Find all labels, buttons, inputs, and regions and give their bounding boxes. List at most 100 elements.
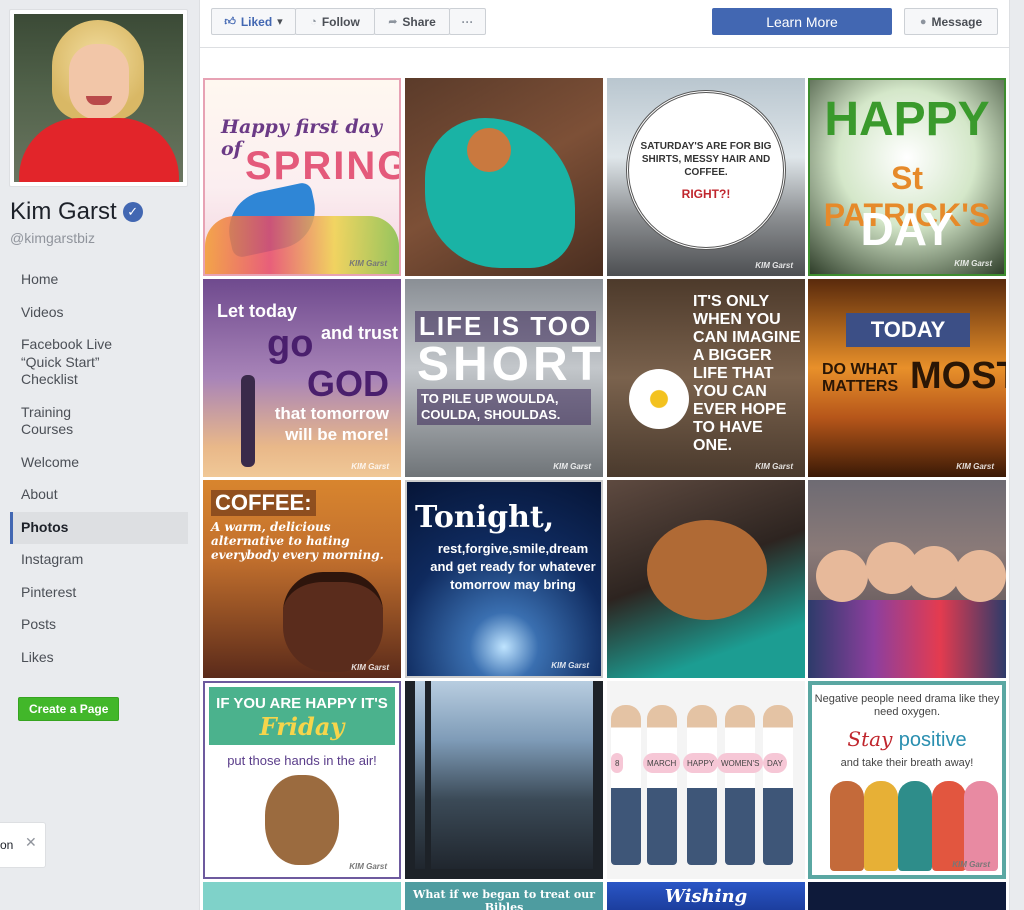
photo-tile-tonight[interactable]: Tonight, rest,forgive,smile,dream and ge… <box>405 480 603 678</box>
person-figure-icon <box>898 781 932 871</box>
photo-text: HAPPY <box>683 753 719 773</box>
monkey-icon <box>265 775 339 865</box>
photo-text: rest,forgive,smile,dream and get ready f… <box>430 541 596 592</box>
photo-text: go <box>267 323 314 365</box>
photo-text: What if we began to treat our Bibles <box>412 888 596 910</box>
photo-tile-corgi[interactable] <box>607 480 805 678</box>
photo-text: Wishing <box>664 886 748 907</box>
photo-tile-row5-4[interactable] <box>808 882 1006 910</box>
watermark: KIM Garst <box>349 862 387 871</box>
photo-text: HAPPY <box>824 93 990 146</box>
dog-icon <box>467 128 511 172</box>
person-figure-icon <box>964 781 998 871</box>
photo-text: SHORT <box>417 338 603 391</box>
page-handle[interactable]: @kimgarstbiz <box>10 230 95 246</box>
photo-text: that tomorrow will be more! <box>274 404 389 444</box>
photo-text: MOST <box>910 355 1006 397</box>
person-figure-icon <box>763 705 793 865</box>
sidebar-item-videos[interactable]: Videos <box>10 297 188 330</box>
page-name[interactable]: Kim Garst <box>10 198 117 226</box>
profile-picture[interactable] <box>9 9 188 187</box>
photo-tile-group-selfie[interactable] <box>808 480 1006 678</box>
watermark: KIM Garst <box>952 860 990 869</box>
daisy-icon <box>629 369 689 429</box>
photo-tile-today[interactable]: TODAY DO WHAT MATTERS MOST KIM Garst <box>808 279 1006 477</box>
photo-tile-saturday[interactable]: SATURDAY'S ARE FOR BIG SHIRTS, MESSY HAI… <box>607 78 805 276</box>
sidebar-item-instagram[interactable]: Instagram <box>10 544 188 577</box>
sidebar-item-pinterest[interactable]: Pinterest <box>10 577 188 610</box>
photo-text: 8 <box>611 753 624 773</box>
learn-more-button[interactable]: Learn More <box>712 8 892 35</box>
share-button[interactable]: ➦ Share <box>374 8 450 35</box>
photo-text: COFFEE: <box>211 490 316 516</box>
photo-text: Let today <box>217 301 298 321</box>
liked-button[interactable]: 👍︎ Liked ▾ <box>211 8 296 35</box>
sidebar-item-facebook-live-checklist[interactable]: Facebook Live “Quick Start” Checklist <box>10 329 188 397</box>
photo-tile-womens-day[interactable]: 8 MARCH HAPPY WOMEN'S DAY <box>607 681 805 879</box>
chat-popup[interactable]: on ✕ <box>0 822 46 868</box>
message-label: Message <box>931 14 983 29</box>
photo-text: DAY <box>763 753 787 773</box>
photo-tile-friday[interactable]: IF YOU ARE HAPPY IT'S Friday put those h… <box>203 681 401 879</box>
photo-tile-row5-3[interactable]: Wishing <box>607 882 805 910</box>
page-title[interactable]: Kim Garst ✓ <box>10 198 143 226</box>
page-action-bar: 👍︎ Liked ▾ ◔ Follow ➦ Share ··· Learn Mo… <box>199 0 1010 48</box>
photo-tile-life-is-too-short[interactable]: LIFE IS TOO SHORT TO PILE UP WOULDA, COU… <box>405 279 603 477</box>
watermark: KIM Garst <box>954 259 992 268</box>
photo-text: put those hands in the air! <box>227 753 377 768</box>
liked-label: Liked <box>240 14 273 29</box>
message-button[interactable]: ● Message <box>904 8 998 35</box>
clothing-shape <box>808 600 1006 678</box>
sidebar-item-likes[interactable]: Likes <box>10 642 188 675</box>
sidebar-item-posts[interactable]: Posts <box>10 609 188 642</box>
chevron-down-icon: ▾ <box>277 16 283 28</box>
photo-tile-daisy-quote[interactable]: IT'S ONLY WHEN YOU CAN IMAGINE A BIGGER … <box>607 279 805 477</box>
photo-text: SPRING <box>245 144 401 188</box>
watermark: KIM Garst <box>551 661 589 670</box>
photo-tile-corgi-blanket[interactable] <box>405 78 603 276</box>
photo-text: RIGHT?! <box>681 186 731 201</box>
thumbs-up-icon: 👍︎ <box>224 16 236 28</box>
photo-tile-spring[interactable]: Happy first day of SPRING KIM Garst <box>203 78 401 276</box>
share-arrow-icon: ➦ <box>388 16 398 28</box>
photo-tile-window-view[interactable] <box>405 681 603 879</box>
photo-tile-st-patricks[interactable]: HAPPY St PATRICK'S DAY KIM Garst <box>808 78 1006 276</box>
sidebar-item-home[interactable]: Home <box>10 264 188 297</box>
friday-banner: IF YOU ARE HAPPY IT'S Friday <box>209 687 395 745</box>
share-label: Share <box>402 14 436 29</box>
sidebar-item-photos[interactable]: Photos <box>10 511 188 544</box>
person-face-icon <box>908 546 960 598</box>
photo-text: GOD <box>307 363 390 404</box>
rss-icon: ◔ <box>310 15 317 28</box>
photo-text: DO WHAT MATTERS <box>822 361 899 395</box>
profile-photo <box>14 14 183 182</box>
person-figure-icon <box>932 781 966 871</box>
photo-text: SATURDAY'S ARE FOR BIG SHIRTS, MESSY HAI… <box>640 140 772 178</box>
quote-circle: SATURDAY'S ARE FOR BIG SHIRTS, MESSY HAI… <box>626 90 786 250</box>
photo-text: and trust <box>321 323 399 343</box>
person-silhouette-icon <box>241 375 255 467</box>
follow-button[interactable]: ◔ Follow <box>295 8 375 35</box>
photo-text: WOMEN'S <box>717 753 764 773</box>
photo-tile-row5-1[interactable] <box>203 882 401 910</box>
sidebar-item-about[interactable]: About <box>10 479 188 512</box>
watermark: KIM Garst <box>351 462 389 471</box>
follow-label: Follow <box>321 14 360 29</box>
person-face-icon <box>954 550 1006 602</box>
close-icon[interactable]: ✕ <box>25 834 37 851</box>
create-page-button[interactable]: Create a Page <box>18 697 120 721</box>
photo-tile-trust-god[interactable]: Let today go and trust GOD that tomorrow… <box>203 279 401 477</box>
more-options-button[interactable]: ··· <box>449 8 486 35</box>
photo-text: and take their breath away! <box>840 757 974 769</box>
sidebar-item-welcome[interactable]: Welcome <box>10 447 188 480</box>
sidebar-item-training-courses[interactable]: Training Courses <box>10 397 188 447</box>
watermark: KIM Garst <box>755 462 793 471</box>
photo-text: Tonight, <box>415 500 555 535</box>
page-navigation: Home Videos Facebook Live “Quick Start” … <box>10 264 188 674</box>
watermark: KIM Garst <box>553 462 591 471</box>
person-figure-icon <box>725 705 755 865</box>
photo-tile-row5-2[interactable]: What if we began to treat our Bibles <box>405 882 603 910</box>
photo-text: TO PILE UP WOULDA, COULDA, SHOULDAS. <box>417 389 591 425</box>
photo-tile-stay-positive[interactable]: Negative people need drama like they nee… <box>808 681 1006 879</box>
photo-tile-coffee[interactable]: COFFEE: A warm, delicious alternative to… <box>203 480 401 678</box>
